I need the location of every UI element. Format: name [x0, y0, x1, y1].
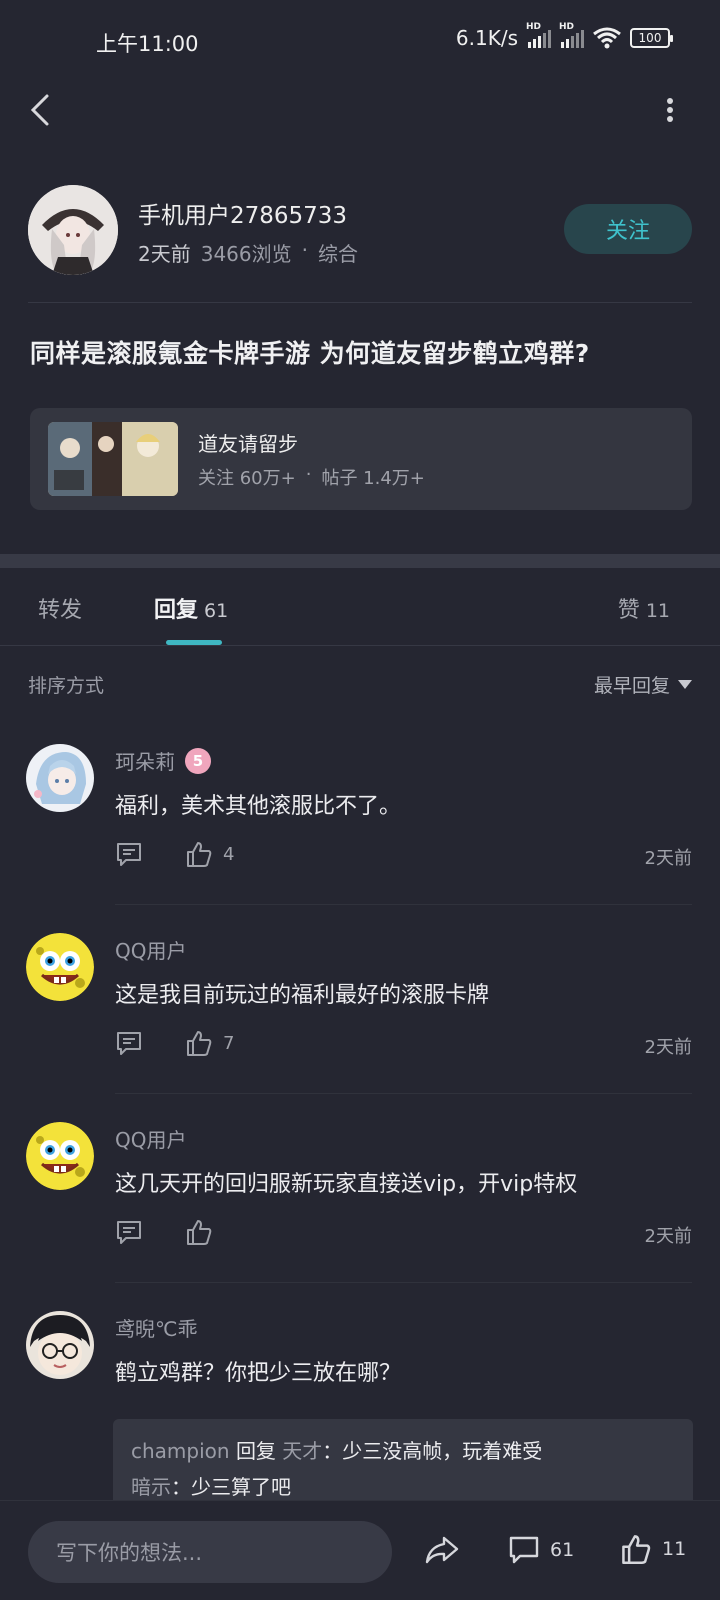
- commenter-name[interactable]: 鸢晲℃乖: [115, 1313, 197, 1342]
- like-icon: [622, 1535, 651, 1564]
- bottom-bar: 写下你的想法... 61 11: [0, 1500, 720, 1600]
- tab-bar: 转发 回复 61 赞 11: [0, 568, 720, 646]
- signal-icon: HD: [526, 22, 551, 48]
- game-thumbnail: [48, 422, 178, 496]
- sort-dropdown[interactable]: 最早回复: [594, 671, 692, 698]
- comment-text: 福利，美术其他滚服比不了。: [115, 794, 402, 819]
- tab-likes[interactable]: 赞 11: [618, 592, 670, 624]
- follow-button[interactable]: 关注: [564, 204, 692, 254]
- tab-replies[interactable]: 回复 61: [154, 592, 228, 624]
- sort-bar: 排序方式 最早回复: [28, 668, 692, 700]
- like-count: 7: [223, 1032, 235, 1054]
- top-bar: [0, 80, 720, 140]
- post-category[interactable]: 综合: [318, 238, 358, 267]
- net-speed: 6.1K/s: [455, 26, 518, 50]
- like-button[interactable]: 4: [185, 840, 234, 868]
- status-indicators: 6.1K/s HD HD 100: [455, 22, 673, 50]
- comment-actions: 4: [115, 840, 276, 868]
- battery-icon: 100: [630, 28, 673, 48]
- commenter-avatar[interactable]: [26, 1122, 94, 1190]
- status-time: 上午11:00: [96, 32, 199, 56]
- reply-button[interactable]: [115, 1219, 143, 1245]
- back-icon: [30, 94, 49, 126]
- view-count: 3466浏览: [200, 242, 292, 266]
- post-title: 同样是滚服氪金卡牌手游 为何道友留步鹤立鸡群?: [30, 339, 590, 368]
- wifi-icon: [593, 27, 621, 49]
- comment-input[interactable]: 写下你的想法...: [28, 1521, 392, 1583]
- author-avatar[interactable]: [28, 185, 118, 275]
- game-card[interactable]: 道友请留步 关注 60万+ · 帖子 1.4万+: [30, 408, 692, 510]
- post-time: 2天前: [138, 242, 191, 266]
- comment-text: 这是我目前玩过的福利最好的滚服卡牌: [115, 983, 490, 1008]
- share-button[interactable]: [424, 1535, 460, 1569]
- author-header: 手机用户27865733 2天前 3466浏览 · 综合 关注: [28, 182, 692, 275]
- level-badge: 5: [185, 747, 211, 774]
- like-icon: [187, 1031, 212, 1056]
- commenter-name[interactable]: QQ用户: [115, 935, 186, 964]
- comment-divider: [115, 1282, 692, 1283]
- like-count-button[interactable]: 11: [620, 1533, 686, 1565]
- meta-separator: ·: [301, 238, 308, 262]
- commenter-avatar[interactable]: [26, 744, 94, 812]
- sub-reply: champion 回复 天才：少三没高帧，玩着难受: [131, 1439, 543, 1463]
- comment-text: 这几天开的回归服新玩家直接送vip，开vip特权: [115, 1172, 578, 1197]
- author-meta: 2天前 3466浏览 · 综合: [138, 238, 358, 267]
- like-button[interactable]: 7: [185, 1029, 234, 1057]
- comment-actions: [115, 1218, 265, 1246]
- comment-time: 2天前: [644, 1037, 692, 1058]
- comment-divider: [115, 904, 692, 905]
- comment-text: 鹤立鸡群？你把少三放在哪？: [115, 1361, 402, 1386]
- commenter-name[interactable]: QQ用户: [115, 1124, 186, 1153]
- like-button[interactable]: [185, 1218, 223, 1246]
- game-stats: 关注 60万+ · 帖子 1.4万+: [198, 464, 425, 490]
- game-name: 道友请留步: [198, 432, 298, 456]
- author-name[interactable]: 手机用户27865733: [138, 196, 347, 230]
- sort-label: 排序方式: [28, 675, 105, 697]
- comment-icon: [117, 843, 141, 866]
- game-followers: 关注 60万+: [198, 468, 296, 489]
- comment-icon: [117, 1032, 141, 1055]
- back-button[interactable]: [20, 90, 60, 130]
- comment-icon: [117, 1221, 141, 1244]
- like-count: 4: [223, 843, 235, 865]
- status-bar: 上午11:00 6.1K/s HD HD 100: [0, 0, 720, 80]
- dropdown-icon: [678, 680, 692, 689]
- share-icon: [425, 1536, 459, 1564]
- game-posts: 帖子 1.4万+: [321, 468, 425, 489]
- comment-count-button[interactable]: 61: [508, 1535, 574, 1565]
- like-icon: [187, 1220, 212, 1245]
- like-icon: [187, 842, 212, 867]
- comment-icon: [509, 1536, 539, 1564]
- reply-button[interactable]: [115, 1030, 143, 1056]
- more-icon[interactable]: [660, 94, 680, 126]
- section-divider: [0, 554, 720, 568]
- stats-separator: ·: [305, 464, 312, 485]
- active-tab-indicator: [166, 640, 222, 645]
- comment-actions: 7: [115, 1029, 276, 1057]
- comment-time: 2天前: [644, 848, 692, 869]
- reply-button[interactable]: [115, 841, 143, 867]
- commenter-avatar[interactable]: [26, 933, 94, 1001]
- comment-divider: [115, 1093, 692, 1094]
- tab-repost[interactable]: 转发: [38, 592, 82, 624]
- divider: [28, 302, 692, 303]
- comment-time: 2天前: [644, 1226, 692, 1247]
- commenter-name[interactable]: 珂朵莉 5: [115, 746, 211, 775]
- signal-icon: HD: [559, 22, 584, 48]
- commenter-avatar[interactable]: [26, 1311, 94, 1379]
